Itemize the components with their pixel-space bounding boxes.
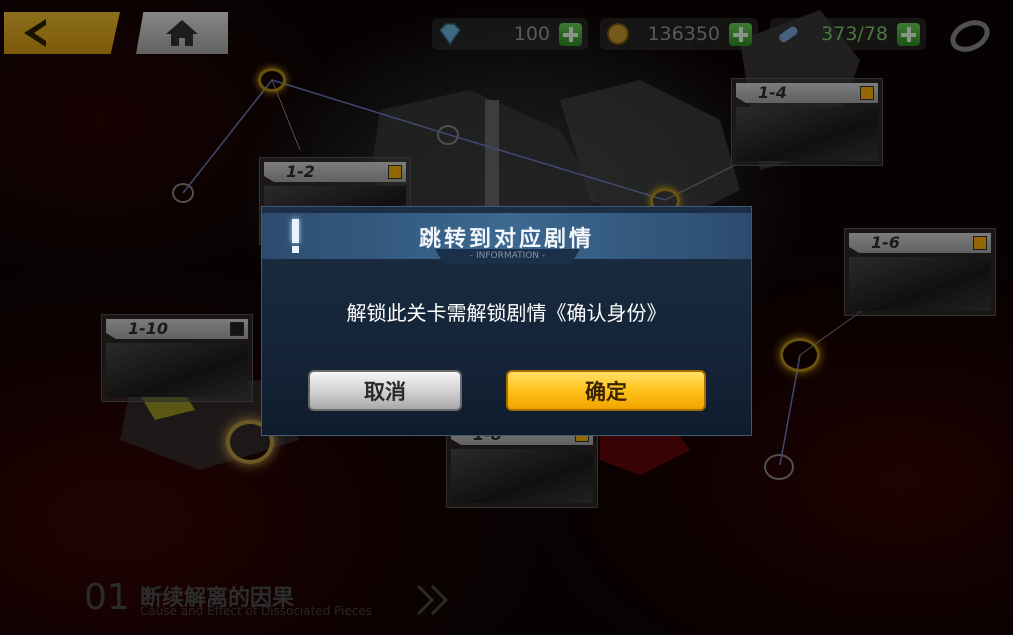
dialog-subtitle: - INFORMATION - [469,251,546,261]
confirm-button[interactable]: 确定 [506,370,706,411]
dialog-title: 跳转到对应剧情 [418,227,594,252]
dialog-message: 解锁此关卡需解锁剧情《确认身份》 [346,301,667,325]
info-dialog: 跳转到对应剧情 - INFORMATION - 解锁此关卡需解锁剧情《确认身份》… [261,206,752,436]
dialog-subtitle-tab: - INFORMATION - [435,249,580,264]
cancel-button[interactable]: 取消 [308,370,462,411]
